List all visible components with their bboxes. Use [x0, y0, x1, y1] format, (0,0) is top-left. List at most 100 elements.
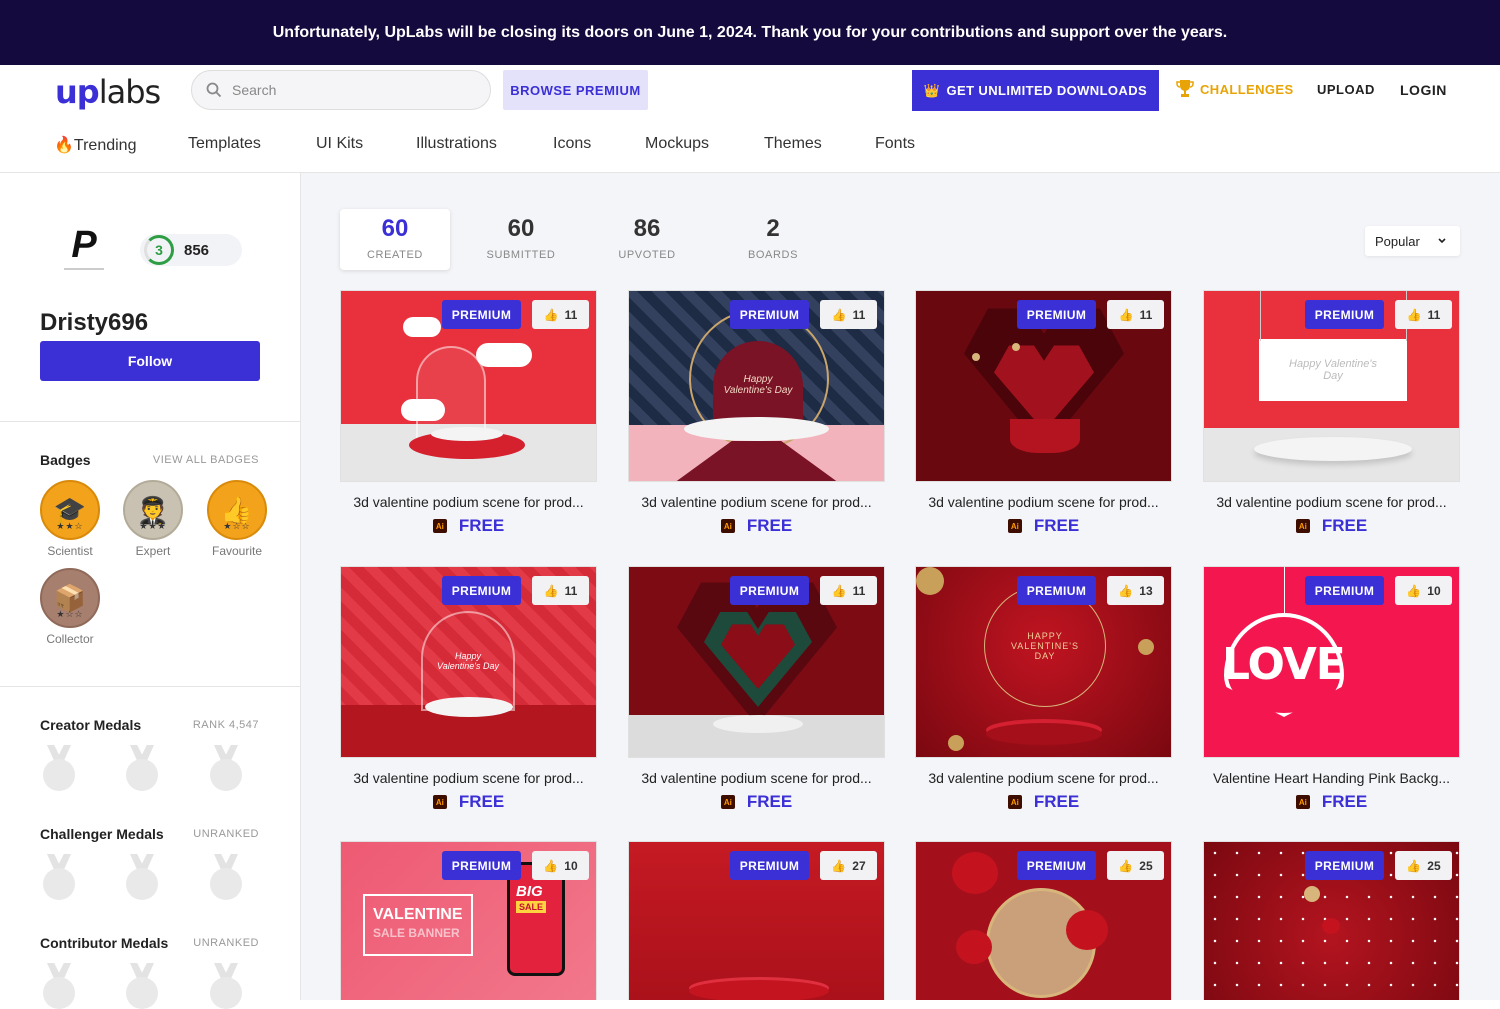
- like-count-button[interactable]: 👍 13: [1107, 576, 1164, 605]
- stat-upvoted-tab[interactable]: 86 UPVOTED: [592, 209, 702, 270]
- premium-badge: PREMIUM: [1017, 300, 1096, 329]
- level-value: 3: [155, 242, 163, 258]
- like-count-button[interactable]: 👍 11: [532, 300, 589, 329]
- card-thumbnail[interactable]: LOVE PREMIUM 👍 10: [1203, 566, 1460, 758]
- design-card[interactable]: PREMIUM 👍 11 3d valentine podium scene fo…: [340, 290, 597, 536]
- search-input[interactable]: [232, 82, 462, 98]
- design-card[interactable]: Happy Valentine's Day PREMIUM 👍 11 3d val…: [1203, 290, 1460, 536]
- browse-premium-button[interactable]: BROWSE PREMIUM: [503, 70, 648, 110]
- category-illustrations[interactable]: Illustrations: [416, 135, 497, 153]
- challenges-link[interactable]: CHALLENGES: [1176, 79, 1294, 99]
- card-thumbnail[interactable]: PREMIUM 👍 11: [340, 290, 597, 482]
- card-title[interactable]: 3d valentine podium scene for prod...: [628, 494, 885, 510]
- like-count-button[interactable]: 👍 11: [1107, 300, 1164, 329]
- card-thumbnail[interactable]: Happy Valentine's Day PREMIUM 👍 11: [628, 290, 885, 482]
- upload-link[interactable]: UPLOAD: [1317, 82, 1375, 97]
- category-themes[interactable]: Themes: [764, 135, 822, 153]
- category-mockups[interactable]: Mockups: [645, 135, 709, 153]
- login-link[interactable]: LOGIN: [1400, 82, 1447, 98]
- card-title[interactable]: Valentine Heart Handing Pink Backg...: [1203, 770, 1460, 786]
- card-price: FREE: [1321, 792, 1368, 811]
- premium-badge: PREMIUM: [730, 300, 809, 329]
- design-card[interactable]: LOVE PREMIUM 👍 10 Valentine Heart Handing…: [1203, 566, 1460, 812]
- card-thumbnail[interactable]: Happy Valentine's Day PREMIUM 👍 11: [1203, 290, 1460, 482]
- card-title[interactable]: 3d valentine podium scene for prod...: [915, 770, 1172, 786]
- like-count-button[interactable]: 👍 11: [1395, 300, 1452, 329]
- card-meta: Ai FREE: [628, 792, 885, 812]
- card-thumbnail[interactable]: PREMIUM 👍 25: [915, 841, 1172, 1000]
- like-count: 25: [1139, 858, 1153, 873]
- card-thumbnail[interactable]: VALENTINE SALE BANNER BIG SALE PREMIUM 👍…: [340, 841, 597, 1000]
- card-title[interactable]: 3d valentine podium scene for prod...: [628, 770, 885, 786]
- design-card[interactable]: PREMIUM 👍 11 3d valentine podium scene fo…: [628, 566, 885, 812]
- logo-labs: labs: [98, 73, 161, 111]
- card-title[interactable]: 3d valentine podium scene for prod...: [340, 494, 597, 510]
- design-card[interactable]: PREMIUM 👍 27: [628, 841, 885, 1000]
- main-content: 60 CREATED 60 SUBMITTED 86 UPVOTED 2 BOARDS …: [301, 173, 1500, 1000]
- card-thumbnail[interactable]: Happy Valentine's Day PREMIUM 👍 11: [340, 566, 597, 758]
- get-unlimited-downloads-button[interactable]: 👑 GET UNLIMITED DOWNLOADS: [912, 70, 1159, 111]
- thumb-text: SALE BANNER: [373, 926, 460, 940]
- stat-boards-tab[interactable]: 2 BOARDS: [718, 209, 828, 270]
- category-icons[interactable]: Icons: [553, 135, 591, 153]
- illustrator-file-icon: Ai: [432, 519, 447, 533]
- sort-selected: Popular: [1375, 233, 1420, 249]
- badge-label: Collector: [46, 632, 94, 646]
- like-count-button[interactable]: 👍 11: [820, 576, 877, 605]
- card-meta: Ai FREE: [915, 792, 1172, 812]
- design-card[interactable]: HAPPY VALENTINE'S DAY PREMIUM 👍 13 3d val…: [915, 566, 1172, 812]
- stat-label: CREATED: [367, 249, 423, 261]
- like-count: 11: [852, 307, 866, 322]
- medal-icon: [124, 854, 160, 900]
- illustrator-file-icon: Ai: [1007, 795, 1022, 809]
- category-ui-kits[interactable]: UI Kits: [316, 135, 363, 153]
- graduation-cap-icon: 🎓 ★★☆: [40, 480, 100, 540]
- like-count: 11: [852, 583, 866, 598]
- badge-scientist[interactable]: 🎓 ★★☆ Scientist: [40, 480, 100, 558]
- like-count-button[interactable]: 👍 25: [1395, 851, 1452, 880]
- design-card[interactable]: Happy Valentine's Day PREMIUM 👍 11 3d val…: [340, 566, 597, 812]
- view-all-badges-link[interactable]: VIEW ALL BADGES: [153, 454, 259, 466]
- card-thumbnail[interactable]: PREMIUM 👍 25: [1203, 841, 1460, 1000]
- like-count: 11: [564, 307, 578, 322]
- badge-favourite[interactable]: 👍 ★☆☆ Favourite: [207, 480, 267, 558]
- like-count-button[interactable]: 👍 27: [820, 851, 877, 880]
- card-thumbnail[interactable]: HAPPY VALENTINE'S DAY PREMIUM 👍 13: [915, 566, 1172, 758]
- card-thumbnail[interactable]: PREMIUM 👍 27: [628, 841, 885, 1000]
- design-card[interactable]: PREMIUM 👍 25: [1203, 841, 1460, 1000]
- avatar[interactable]: P: [58, 223, 110, 275]
- like-count-button[interactable]: 👍 11: [532, 576, 589, 605]
- design-card[interactable]: VALENTINE SALE BANNER BIG SALE PREMIUM 👍…: [340, 841, 597, 1000]
- category-trending[interactable]: 🔥Trending: [54, 135, 136, 155]
- search-box[interactable]: [191, 70, 491, 110]
- card-price: FREE: [746, 792, 793, 811]
- category-fonts[interactable]: Fonts: [875, 135, 915, 153]
- card-title[interactable]: 3d valentine podium scene for prod...: [915, 494, 1172, 510]
- stat-created-tab[interactable]: 60 CREATED: [340, 209, 450, 270]
- challenger-medals-rank: UNRANKED: [193, 828, 259, 840]
- like-count-button[interactable]: 👍 25: [1107, 851, 1164, 880]
- contributor-medals-rank: UNRANKED: [193, 937, 259, 949]
- like-count-button[interactable]: 👍 10: [532, 851, 589, 880]
- thumb-text: Happy Valentine's Day: [421, 611, 515, 711]
- design-card[interactable]: Happy Valentine's Day PREMIUM 👍 11 3d val…: [628, 290, 885, 536]
- category-templates[interactable]: Templates: [188, 135, 261, 153]
- follow-button[interactable]: Follow: [40, 341, 260, 381]
- design-card[interactable]: PREMIUM 👍 11 3d valentine podium scene fo…: [915, 290, 1172, 536]
- badge-collector[interactable]: 📦 ★☆☆ Collector: [40, 568, 100, 646]
- like-count-button[interactable]: 👍 11: [820, 300, 877, 329]
- card-meta: Ai FREE: [1203, 516, 1460, 536]
- stat-submitted-tab[interactable]: 60 SUBMITTED: [466, 209, 576, 270]
- sort-select[interactable]: Popular: [1365, 226, 1460, 256]
- card-title[interactable]: 3d valentine podium scene for prod...: [340, 770, 597, 786]
- like-count-button[interactable]: 👍 10: [1395, 576, 1452, 605]
- thumbs-up-icon: 👍: [1118, 858, 1134, 873]
- card-thumbnail[interactable]: PREMIUM 👍 11: [915, 290, 1172, 482]
- card-thumbnail[interactable]: PREMIUM 👍 11: [628, 566, 885, 758]
- card-meta: Ai FREE: [628, 516, 885, 536]
- stat-value: 60: [507, 215, 535, 242]
- uplabs-logo[interactable]: uplabs: [55, 73, 161, 111]
- design-card[interactable]: PREMIUM 👍 25: [915, 841, 1172, 1000]
- card-title[interactable]: 3d valentine podium scene for prod...: [1203, 494, 1460, 510]
- badge-expert[interactable]: 🧑‍✈️ ★★★ Expert: [123, 480, 183, 558]
